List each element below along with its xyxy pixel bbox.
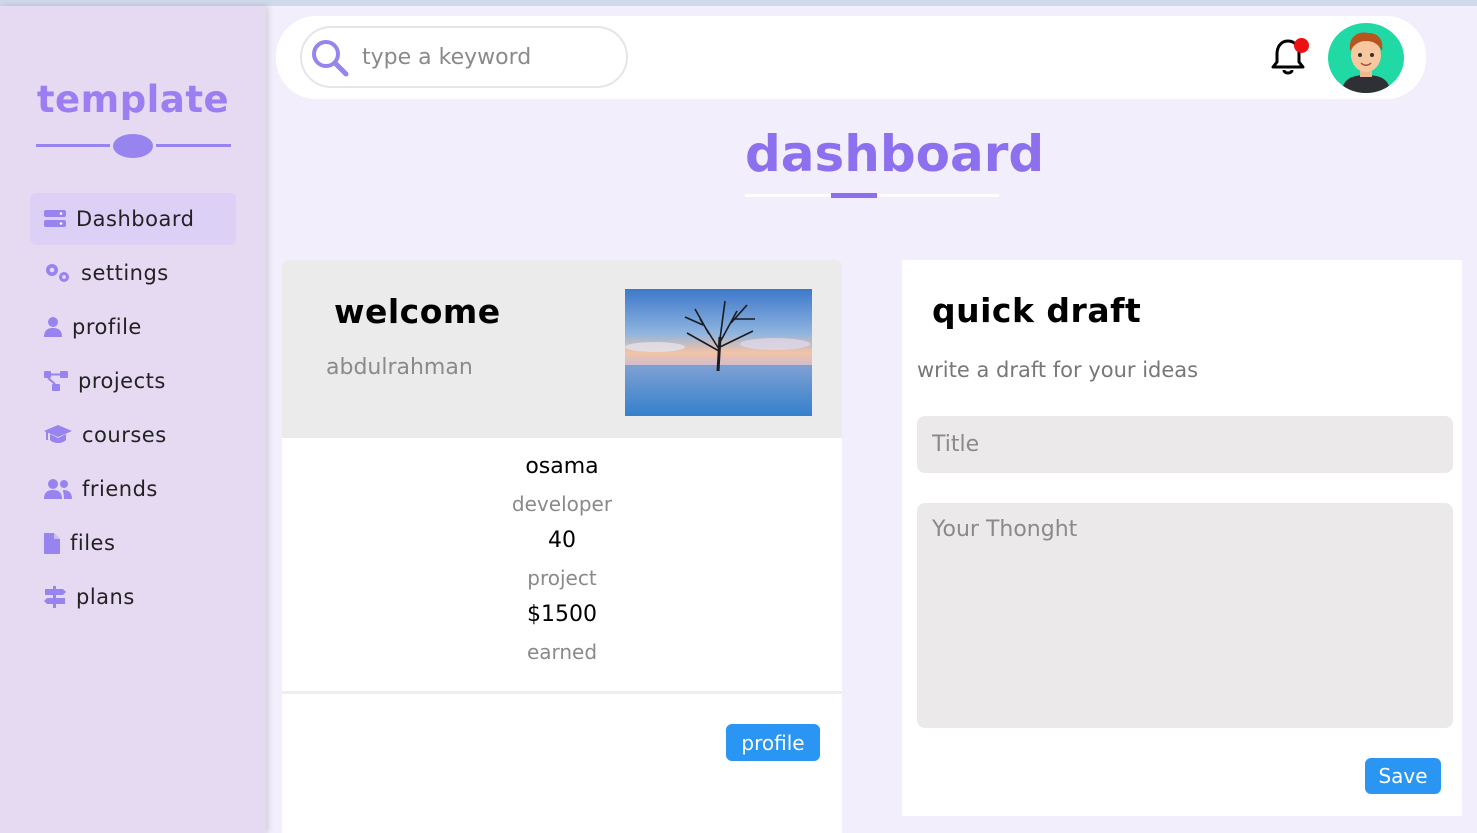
card-divider bbox=[282, 691, 842, 694]
sidebar-item-label: plans bbox=[76, 585, 135, 609]
search-box bbox=[300, 26, 628, 88]
graduation-cap-icon bbox=[44, 425, 72, 443]
sidebar-item-courses[interactable]: courses bbox=[30, 409, 236, 461]
draft-thought-textarea[interactable] bbox=[917, 503, 1453, 728]
save-button[interactable]: Save bbox=[1365, 758, 1441, 794]
brand-logo: template bbox=[36, 78, 230, 121]
welcome-username: abdulrahman bbox=[326, 355, 473, 380]
quick-draft-card: quick draft write a draft for your ideas… bbox=[902, 260, 1462, 816]
signs-icon bbox=[44, 586, 66, 608]
sidebar-item-settings[interactable]: settings bbox=[30, 247, 236, 299]
stat-name: osama bbox=[525, 454, 599, 479]
sidebar-item-label: Dashboard bbox=[76, 207, 195, 231]
sidebar-item-label: settings bbox=[81, 261, 169, 285]
draft-title-input[interactable] bbox=[917, 416, 1453, 473]
stat-earned-value: $1500 bbox=[527, 602, 597, 627]
sidebar-item-files[interactable]: files bbox=[30, 517, 236, 569]
lake-tree-image bbox=[625, 289, 812, 416]
page-title: dashboard bbox=[745, 125, 1045, 183]
sidebar-item-label: files bbox=[70, 531, 116, 555]
users-icon bbox=[44, 479, 72, 499]
sidebar-item-projects[interactable]: projects bbox=[30, 355, 236, 407]
page-title-accent bbox=[831, 193, 877, 198]
sidebar-item-friends[interactable]: friends bbox=[30, 463, 236, 515]
gears-icon bbox=[46, 264, 69, 282]
profile-button[interactable]: profile bbox=[726, 724, 820, 761]
sidebar-item-profile[interactable]: profile bbox=[30, 301, 236, 353]
welcome-title: welcome bbox=[334, 292, 501, 331]
diagram-icon bbox=[44, 371, 68, 391]
stat-projects-label: project bbox=[527, 566, 597, 590]
profile-stats: osama developer 40 project $1500 earned bbox=[282, 450, 842, 672]
sidebar-item-label: friends bbox=[82, 477, 158, 501]
top-header bbox=[276, 16, 1426, 99]
file-icon bbox=[44, 532, 60, 554]
welcome-card: welcome abdulrahman osama developer 40 p… bbox=[282, 260, 842, 833]
brand-divider-right bbox=[156, 144, 231, 147]
draft-subtitle: write a draft for your ideas bbox=[917, 358, 1199, 382]
notification-badge bbox=[1294, 38, 1309, 53]
sidebar-nav: Dashboard settings profile projects cour… bbox=[30, 193, 236, 625]
sidebar-item-dashboard[interactable]: Dashboard bbox=[30, 193, 236, 245]
stat-role: developer bbox=[511, 492, 613, 516]
brand-divider-left bbox=[36, 144, 110, 147]
sidebar: template Dashboard settings profile proj… bbox=[0, 6, 266, 833]
search-icon[interactable] bbox=[310, 38, 350, 78]
sidebar-item-plans[interactable]: plans bbox=[30, 571, 236, 623]
sidebar-item-label: profile bbox=[72, 315, 142, 339]
welcome-header: welcome abdulrahman bbox=[282, 260, 842, 438]
avatar-icon bbox=[1342, 32, 1390, 93]
stat-projects-count: 40 bbox=[548, 528, 576, 553]
welcome-image bbox=[625, 289, 812, 416]
sidebar-item-label: projects bbox=[78, 369, 166, 393]
user-icon bbox=[44, 317, 62, 337]
draft-title: quick draft bbox=[932, 291, 1142, 330]
search-input[interactable] bbox=[362, 44, 602, 70]
sidebar-item-label: courses bbox=[82, 423, 167, 447]
brand-divider-dot bbox=[113, 134, 153, 158]
server-icon bbox=[44, 210, 66, 227]
stat-earned-label: earned bbox=[526, 640, 598, 664]
avatar[interactable] bbox=[1328, 23, 1404, 93]
